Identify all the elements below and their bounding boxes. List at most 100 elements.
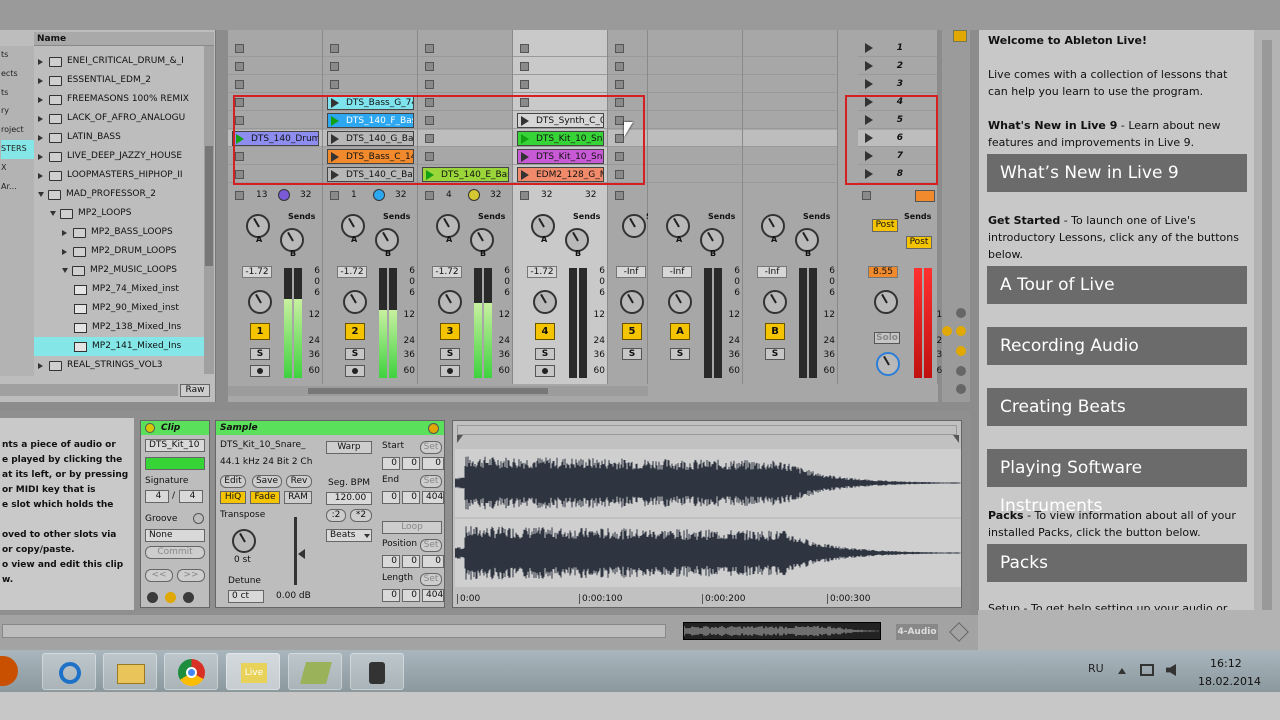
clip-slot[interactable] [648, 76, 742, 93]
clip-name-field[interactable]: DTS_Kit_10 [145, 439, 205, 452]
loop-button[interactable]: Loop [382, 521, 442, 534]
stop-button-icon[interactable] [425, 44, 434, 53]
solo-button[interactable]: S [765, 348, 785, 360]
half-tempo-button[interactable]: :2 [326, 509, 346, 522]
scene-play-icon[interactable] [865, 61, 873, 71]
scene-launch[interactable]: 1 [858, 40, 937, 57]
groove-select[interactable]: None [145, 529, 205, 542]
length-set-button[interactable]: Set [420, 573, 442, 586]
browser-item[interactable]: MP2_74_Mixed_inst [34, 280, 204, 299]
chevron-right-icon[interactable] [38, 153, 43, 160]
locator-field[interactable]: 0 [402, 457, 420, 470]
track-activator-button[interactable]: 2 [345, 323, 365, 340]
pan-knob[interactable] [248, 290, 272, 314]
reverse-button[interactable]: Rev [286, 475, 312, 488]
clip-color-chooser[interactable] [145, 457, 205, 470]
commit-button[interactable]: Commit [145, 546, 205, 559]
track-volume[interactable]: -Inf [757, 266, 787, 278]
clip-slot[interactable] [648, 166, 742, 183]
stop-button-icon[interactable] [615, 80, 624, 89]
browser-item[interactable]: LOOPMASTERS_HIPHOP_II [34, 166, 204, 185]
clip-slot[interactable] [228, 40, 322, 57]
clip-slot[interactable] [743, 130, 837, 147]
locator-field[interactable]: 0 [422, 457, 444, 470]
clip-slot[interactable] [648, 130, 742, 147]
browser-item[interactable]: MP2_DRUM_LOOPS [34, 242, 204, 261]
track-delay-icon[interactable] [956, 384, 966, 394]
ableton-live-taskbar-icon[interactable]: Live [226, 653, 280, 690]
end-set-button[interactable]: Set [420, 475, 442, 488]
chrome-icon[interactable] [164, 653, 218, 690]
chevron-right-icon[interactable] [38, 96, 43, 103]
chevron-right-icon[interactable] [38, 58, 43, 65]
clip-slot[interactable] [743, 112, 837, 129]
pan-knob[interactable] [763, 290, 787, 314]
browser-item[interactable]: MP2_138_Mixed_Ins [34, 318, 204, 337]
browser-scrollbar[interactable] [204, 46, 214, 374]
browser-name-header[interactable]: Name [34, 32, 214, 46]
clip-slot[interactable] [648, 40, 742, 57]
stop-button-icon[interactable] [330, 62, 339, 71]
waveform[interactable] [455, 449, 961, 589]
browser-item[interactable]: FREEMASONS 100% REMIX [34, 90, 204, 109]
groove-hot-swap-icon[interactable] [193, 513, 204, 524]
hiq-button[interactable]: HiQ [220, 491, 246, 504]
track-stop-icon[interactable] [425, 191, 434, 200]
browser-item[interactable]: ESSENTIAL_EDM_2 [34, 71, 204, 90]
chevron-right-icon[interactable] [38, 77, 43, 84]
track-volume[interactable]: -Inf [662, 266, 692, 278]
browser-item[interactable]: REAL_STRINGS_VOL3 [34, 356, 204, 374]
track-stop-icon[interactable] [235, 191, 244, 200]
master-volume[interactable]: 8.55 [868, 266, 898, 278]
scene-play-icon[interactable] [865, 79, 873, 89]
signature-denominator[interactable]: 4 [179, 490, 203, 503]
chevron-right-icon[interactable] [38, 115, 43, 122]
pan-knob[interactable] [438, 290, 462, 314]
browser-item[interactable]: MP2_141_Mixed_Ins [34, 337, 204, 356]
place-label[interactable]: ects [1, 65, 34, 84]
start-set-button[interactable]: Set [420, 441, 442, 454]
track-volume[interactable]: -1.72 [527, 266, 557, 278]
place-label[interactable]: STERS [1, 139, 34, 159]
nudge-back-button[interactable]: << [145, 569, 173, 582]
place-label[interactable]: X [1, 159, 34, 178]
clip-slot[interactable] [743, 166, 837, 183]
track-stop-icon[interactable] [520, 191, 529, 200]
browser-item[interactable]: MAD_PROFESSOR_2 [34, 185, 204, 204]
warp-button[interactable]: Warp [326, 441, 372, 454]
clip-slot[interactable] [648, 94, 742, 111]
sends-toggle-icon[interactable] [942, 326, 952, 336]
session-vscroll[interactable] [942, 30, 970, 402]
clip-slot[interactable] [648, 58, 742, 75]
chevron-right-icon[interactable] [38, 172, 43, 179]
stop-button-icon[interactable] [520, 80, 529, 89]
locator-field[interactable]: 404 [422, 491, 444, 504]
clip-slot[interactable] [228, 76, 322, 93]
clip-slot[interactable] [323, 76, 417, 93]
browser-item[interactable]: ENEI_CRITICAL_DRUM_&_I [34, 52, 204, 71]
pan-knob[interactable] [533, 290, 557, 314]
warp-mode-chevron-down-icon[interactable] [364, 534, 370, 538]
sample-hot-swap-icon[interactable] [428, 423, 439, 434]
signature-numerator[interactable]: 4 [145, 490, 169, 503]
overview-waveform[interactable] [683, 622, 881, 640]
start-marker-icon[interactable] [457, 435, 463, 443]
locator-field[interactable]: 0 [402, 589, 420, 602]
crossfader-icon[interactable] [956, 366, 966, 376]
stop-button-icon[interactable] [330, 80, 339, 89]
arm-button[interactable] [345, 365, 365, 377]
envelopes-icon[interactable] [165, 592, 176, 603]
recording-audio-button[interactable]: Recording Audio [987, 327, 1247, 365]
track-stop-icon[interactable] [615, 191, 624, 200]
whats-new-button[interactable]: What’s New in Live 9 [987, 154, 1247, 192]
place-label[interactable]: ts [1, 46, 34, 65]
browser-item[interactable]: MP2_90_Mixed_inst [34, 299, 204, 318]
playing-software-instruments-button[interactable]: Playing Software Instruments [987, 449, 1247, 516]
mixer-view-icon[interactable] [956, 346, 966, 356]
clip-slot[interactable] [608, 40, 647, 57]
scene-play-icon[interactable] [865, 43, 873, 53]
transpose-knob[interactable] [232, 529, 256, 553]
creating-beats-button[interactable]: Creating Beats [987, 388, 1247, 426]
locator-field[interactable]: 0 [382, 491, 400, 504]
stop-button-icon[interactable] [425, 62, 434, 71]
